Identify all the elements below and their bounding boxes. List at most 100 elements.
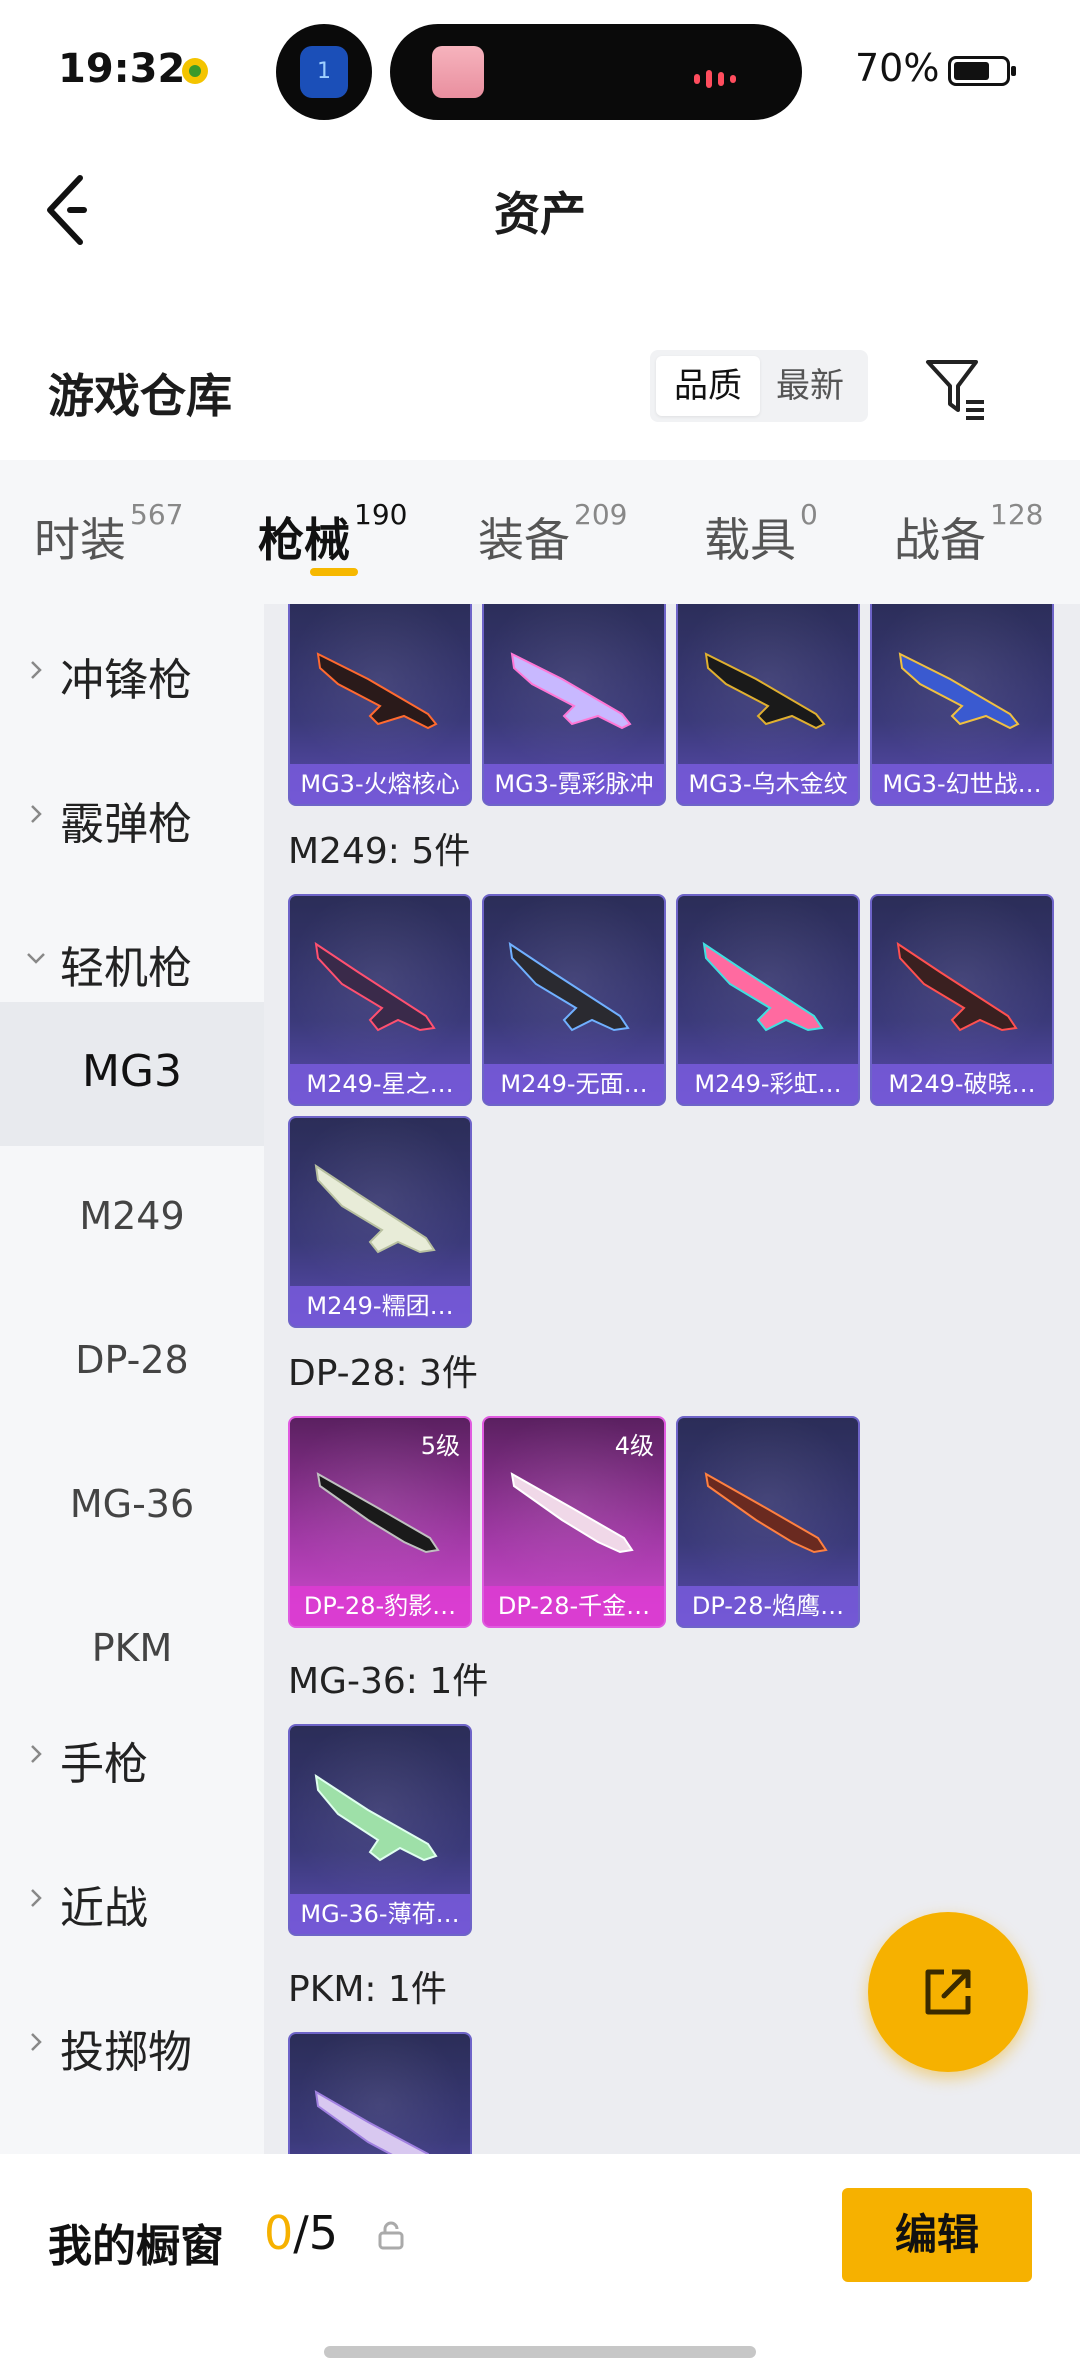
- rifle-icon: [314, 1773, 438, 1862]
- rifle-icon: [702, 941, 824, 1032]
- group-title-dp28: DP-28: 3件: [288, 1353, 478, 1394]
- weapon-name: MG3-幻世战…: [872, 764, 1052, 804]
- group-title-mg36: MG-36: 1件: [288, 1661, 489, 1702]
- sidebar-item-label: 冲锋枪: [60, 655, 192, 706]
- sidebar-item-m249[interactable]: M249: [0, 1146, 264, 1290]
- weapon-name: MG3-火熔核心: [290, 764, 470, 804]
- weapon-card[interactable]: MG-36-薄荷…: [288, 1724, 472, 1936]
- group-title-pkm: PKM: 1件: [288, 1969, 447, 2010]
- battery-icon: [948, 56, 1016, 86]
- weapon-card[interactable]: M249-糯团…: [288, 1116, 472, 1328]
- filter-icon: [926, 360, 984, 420]
- edit-button[interactable]: 编辑: [842, 2188, 1032, 2282]
- sidebar-item-label: DP-28: [75, 1338, 189, 1382]
- weapon-card[interactable]: DP-28-焰鹰…: [676, 1416, 860, 1628]
- weapon-name: M249-无面…: [484, 1064, 664, 1104]
- weapon-name: M249-彩虹…: [678, 1064, 858, 1104]
- rifle-icon: [510, 1472, 634, 1554]
- weapon-name: M249-星之…: [290, 1064, 470, 1104]
- tab-supplies[interactable]: 战备 128: [894, 498, 1043, 570]
- dynamic-island-media: [390, 24, 802, 120]
- weapon-name: MG3-乌木金纹: [678, 764, 858, 804]
- weapon-card[interactable]: MG3-火熔核心: [288, 604, 472, 806]
- share-export-icon: [925, 1969, 971, 2015]
- tab-equipment[interactable]: 装备 209: [478, 498, 627, 570]
- chevron-right-icon: [31, 2033, 42, 2051]
- weapon-card[interactable]: MG3-霓彩脉冲: [482, 604, 666, 806]
- rifle-icon: [510, 652, 632, 730]
- rifle-icon: [316, 652, 438, 730]
- rifle-icon: [896, 941, 1018, 1032]
- rifle-icon: [704, 652, 826, 730]
- showcase-count: 0/5: [264, 2206, 339, 2260]
- sort-toggle: 品质 最新: [650, 350, 868, 422]
- rifle-icon: [508, 941, 630, 1032]
- sidebar-item-dp28[interactable]: DP-28: [0, 1290, 264, 1434]
- sidebar-item-label: 霰弹枪: [60, 799, 192, 850]
- lock-icon: [378, 2221, 404, 2250]
- app-status-icon: [182, 58, 208, 84]
- weapon-name: DP-28-千金…: [484, 1586, 664, 1626]
- weapon-card[interactable]: M249-彩虹…: [676, 894, 860, 1106]
- chevron-right-icon: [31, 805, 42, 823]
- sidebar-item-label: 手枪: [60, 1739, 148, 1790]
- share-button[interactable]: [868, 1912, 1028, 2072]
- sidebar-item-throwable[interactable]: 投掷物: [0, 1976, 264, 2120]
- weapon-card[interactable]: MG3-幻世战…: [870, 604, 1054, 806]
- sidebar-item-pistol[interactable]: 手枪: [0, 1688, 264, 1832]
- weapon-card[interactable]: 4级 DP-28-千金…: [482, 1416, 666, 1628]
- status-time: 19:32: [58, 46, 186, 92]
- weapon-name: MG3-霓彩脉冲: [484, 764, 664, 804]
- chevron-right-icon: [31, 1745, 42, 1763]
- sidebar-item-label: 近战: [60, 1883, 148, 1934]
- rifle-icon: [314, 941, 436, 1032]
- showcase-label: 我的橱窗: [48, 2221, 224, 2272]
- sidebar-item-label: MG-36: [69, 1482, 195, 1526]
- audio-wave-icon: [694, 68, 754, 88]
- warehouse-title: 游戏仓库: [48, 369, 232, 423]
- weapon-card[interactable]: MG3-乌木金纹: [676, 604, 860, 806]
- nav-bar: 资产: [0, 140, 1080, 270]
- sidebar-item-label: PKM: [91, 1626, 173, 1670]
- sidebar-item-mg36[interactable]: MG-36: [0, 1434, 264, 1578]
- filter-button[interactable]: [920, 352, 992, 424]
- group-title-m249: M249: 5件: [288, 831, 471, 872]
- tab-vehicles[interactable]: 载具 0: [704, 498, 818, 570]
- weapon-card[interactable]: 5级 DP-28-豹影…: [288, 1416, 472, 1628]
- weapon-category-sidebar: 冲锋枪 霰弹枪 轻机枪 MG3 M249 DP-28 MG-36 PKM 手枪 …: [0, 604, 264, 2154]
- sidebar-item-label: M249: [79, 1194, 185, 1238]
- tab-fashion[interactable]: 时装 567: [34, 498, 183, 570]
- dynamic-island-left: 1: [276, 24, 372, 120]
- sidebar-item-shotgun[interactable]: 霰弹枪: [0, 748, 264, 892]
- sort-latest-button[interactable]: 最新: [758, 356, 862, 416]
- sidebar-item-mg3[interactable]: MG3: [0, 1002, 264, 1146]
- sidebar-item-label: 投掷物: [60, 2027, 192, 2078]
- rifle-icon: [704, 1472, 828, 1554]
- weapon-card[interactable]: [288, 2032, 472, 2154]
- rifle-icon: [314, 1163, 436, 1254]
- sidebar-item-melee[interactable]: 近战: [0, 1832, 264, 1976]
- broadcast-icon: 1: [300, 46, 348, 98]
- sidebar-item-label: MG3: [81, 1046, 183, 1097]
- weapon-name: MG-36-薄荷…: [290, 1894, 470, 1934]
- chevron-down-icon: [27, 953, 45, 964]
- chevron-right-icon: [31, 661, 42, 679]
- category-tabs: 时装 567 枪械 190 装备 209 载具 0 战备 128: [0, 460, 1080, 604]
- weapon-name: DP-28-焰鹰…: [678, 1586, 858, 1626]
- home-indicator[interactable]: [324, 2346, 756, 2358]
- weapon-card[interactable]: M249-破晓…: [870, 894, 1054, 1106]
- sort-quality-button[interactable]: 品质: [656, 356, 760, 416]
- weapon-name: M249-糯团…: [290, 1286, 470, 1326]
- tab-firearms[interactable]: 枪械 190: [258, 498, 407, 570]
- sidebar-item-label: 轻机枪: [60, 943, 192, 994]
- weapon-card[interactable]: M249-星之…: [288, 894, 472, 1106]
- weapon-card[interactable]: M249-无面…: [482, 894, 666, 1106]
- status-bar: 19:32 1 70%: [0, 0, 1080, 140]
- warehouse-header: 游戏仓库 品质 最新: [0, 330, 1080, 460]
- rifle-icon: [898, 652, 1020, 730]
- showcase-bar: 我的橱窗 0/5 编辑: [0, 2154, 1080, 2376]
- weapon-name: M249-破晓…: [872, 1064, 1052, 1104]
- sidebar-item-smg[interactable]: 冲锋枪: [0, 604, 264, 748]
- page-title: 资产: [494, 187, 586, 241]
- media-thumbnail: [432, 46, 484, 98]
